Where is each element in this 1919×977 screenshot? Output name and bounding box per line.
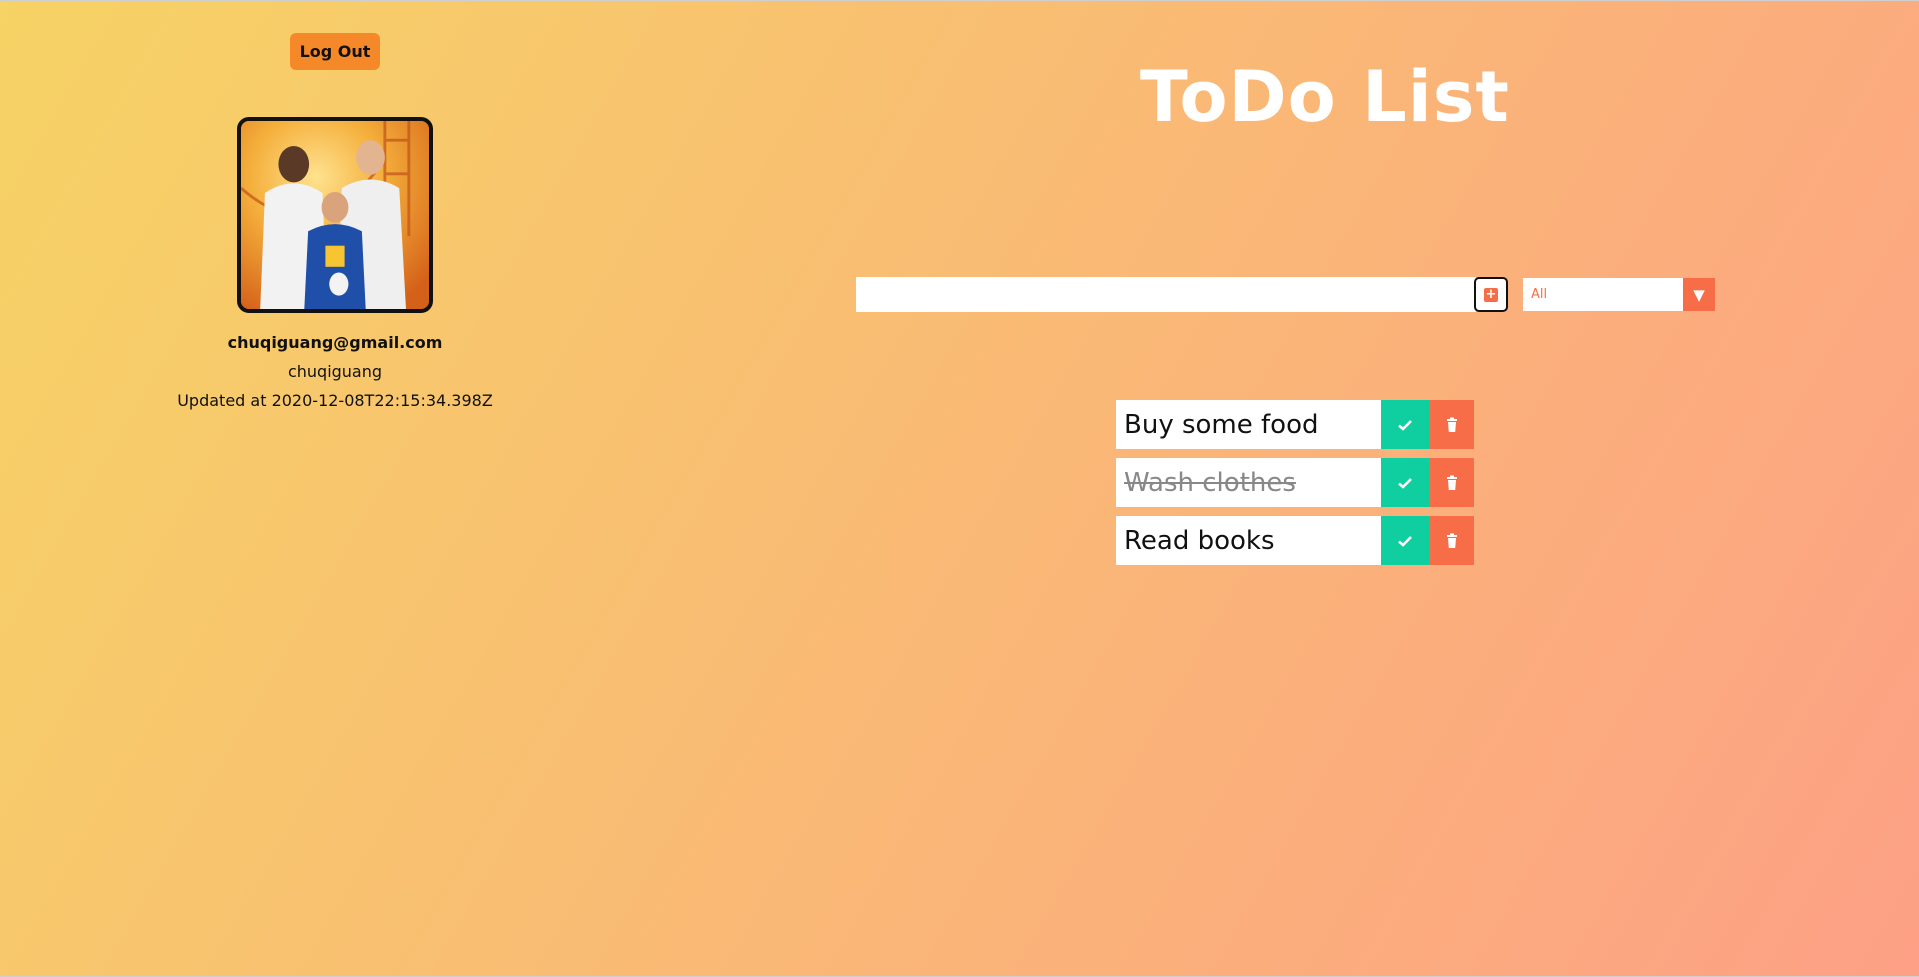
trash-icon [1446, 533, 1457, 548]
user-email: chuqiguang@gmail.com [227, 333, 443, 352]
delete-button[interactable] [1429, 516, 1474, 565]
check-icon [1398, 477, 1412, 489]
complete-button[interactable] [1381, 400, 1429, 449]
todo-item: Wash clothes [1116, 458, 1474, 507]
updated-timestamp: Updated at 2020-12-08T22:15:34.398Z [177, 391, 493, 410]
filter-selected-value: All [1531, 287, 1548, 302]
page-title: ToDo List [1140, 56, 1510, 138]
filter-select[interactable]: All ▼ [1523, 278, 1715, 311]
todo-text: Buy some food [1116, 400, 1381, 449]
todo-list: Buy some food Wash clothes Read books [1116, 400, 1474, 574]
complete-button[interactable] [1381, 458, 1429, 507]
profile-panel: Log Out chuqiguang@gmail.com chuqiguang … [135, 33, 535, 410]
check-icon [1398, 535, 1412, 547]
delete-button[interactable] [1429, 458, 1474, 507]
check-icon [1398, 419, 1412, 431]
dropdown-arrow-icon: ▼ [1683, 278, 1715, 311]
logout-button[interactable]: Log Out [289, 33, 381, 70]
todo-text: Read books [1116, 516, 1381, 565]
delete-button[interactable] [1429, 400, 1474, 449]
todo-text: Wash clothes [1116, 458, 1381, 507]
avatar-image [241, 121, 429, 309]
username: chuqiguang [287, 362, 383, 381]
todo-item: Buy some food [1116, 400, 1474, 449]
plus-square-icon: + [1484, 286, 1498, 302]
todo-input[interactable] [856, 277, 1476, 312]
trash-icon [1446, 417, 1457, 432]
complete-button[interactable] [1381, 516, 1429, 565]
todo-form: + All ▼ [856, 277, 1715, 312]
todo-item: Read books [1116, 516, 1474, 565]
trash-icon [1446, 475, 1457, 490]
avatar [237, 117, 433, 313]
add-todo-button[interactable]: + [1474, 277, 1508, 312]
